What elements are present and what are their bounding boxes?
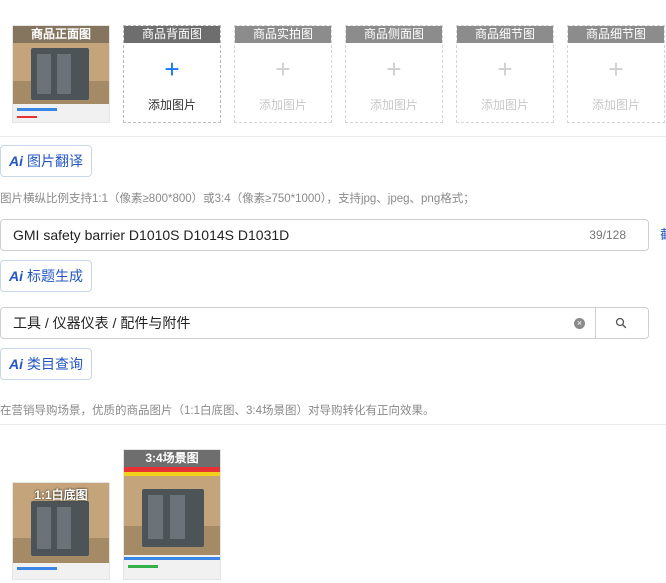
slot-label: 1:1白底图: [34, 488, 88, 502]
slot-label: 商品侧面图: [346, 26, 442, 43]
slot-label: 商品细节图: [568, 26, 664, 43]
add-image-text: 添加图片: [591, 98, 640, 112]
clear-icon[interactable]: ×: [574, 318, 585, 329]
character-count: 39/128: [589, 228, 626, 242]
ai-image-translate-button[interactable]: Ai 图片翻译: [0, 145, 92, 177]
divider: [0, 424, 666, 425]
marketing-image-1-1[interactable]: 1:1白底图: [12, 482, 110, 580]
slot-front-image[interactable]: 商品正面图: [12, 25, 110, 123]
marketing-hint: 在营销导购场景，优质的商品图片（1:1白底图、3:4场景图）对导购转化有正向效果…: [0, 405, 435, 417]
title-input[interactable]: GMI safety barrier D1010S D1014S D1031D …: [0, 219, 649, 251]
slot-label: 3:4场景图: [124, 450, 220, 467]
ai-logo-icon: Ai: [9, 268, 23, 284]
slot-back-image[interactable]: 商品背面图 + 添加图片: [123, 25, 221, 123]
marketing-image-3-4[interactable]: 3:4场景图: [123, 449, 221, 580]
slot-label: 商品背面图: [124, 26, 220, 43]
plus-icon: +: [386, 54, 402, 84]
add-image-text: 添加图片: [369, 98, 418, 112]
slot-detail-image-2[interactable]: 商品细节图 + 添加图片: [567, 25, 665, 123]
plus-icon: +: [275, 54, 291, 84]
slot-label: 商品正面图: [13, 26, 109, 43]
button-label: 标题生成: [27, 268, 83, 284]
slot-label: 商品细节图: [457, 26, 553, 43]
category-input-value: 工具 / 仪器仪表 / 配件与附件: [13, 315, 191, 331]
plus-icon: +: [608, 54, 624, 84]
plus-icon: +: [164, 54, 180, 84]
ai-category-query-button[interactable]: Ai 类目查询: [0, 348, 92, 380]
product-photo-scene: [124, 467, 220, 579]
truncated-link[interactable]: 截: [660, 224, 666, 243]
ai-title-generate-button[interactable]: Ai 标题生成: [0, 260, 92, 292]
add-image-text: 添加图片: [147, 98, 196, 112]
slot-real-shot-image[interactable]: 商品实拍图 + 添加图片: [234, 25, 332, 123]
category-input[interactable]: 工具 / 仪器仪表 / 配件与附件 ×: [0, 307, 596, 339]
add-image-text: 添加图片: [258, 98, 307, 112]
button-label: 类目查询: [27, 356, 83, 372]
plus-icon: +: [497, 54, 513, 84]
category-search-button[interactable]: [596, 307, 649, 339]
add-image-text: 添加图片: [480, 98, 529, 112]
ai-logo-icon: Ai: [9, 356, 23, 372]
slot-side-image[interactable]: 商品侧面图 + 添加图片: [345, 25, 443, 123]
ai-logo-icon: Ai: [9, 153, 23, 169]
button-label: 图片翻译: [27, 153, 83, 169]
title-input-value: GMI safety barrier D1010S D1014S D1031D: [13, 227, 290, 243]
divider: [0, 136, 666, 137]
search-icon: [615, 317, 627, 329]
image-ratio-hint: 图片横纵比例支持1:1（像素≥800*800）或3:4（像素≥750*1000）…: [0, 193, 475, 205]
slot-label: 商品实拍图: [235, 26, 331, 43]
slot-detail-image-1[interactable]: 商品细节图 + 添加图片: [456, 25, 554, 123]
